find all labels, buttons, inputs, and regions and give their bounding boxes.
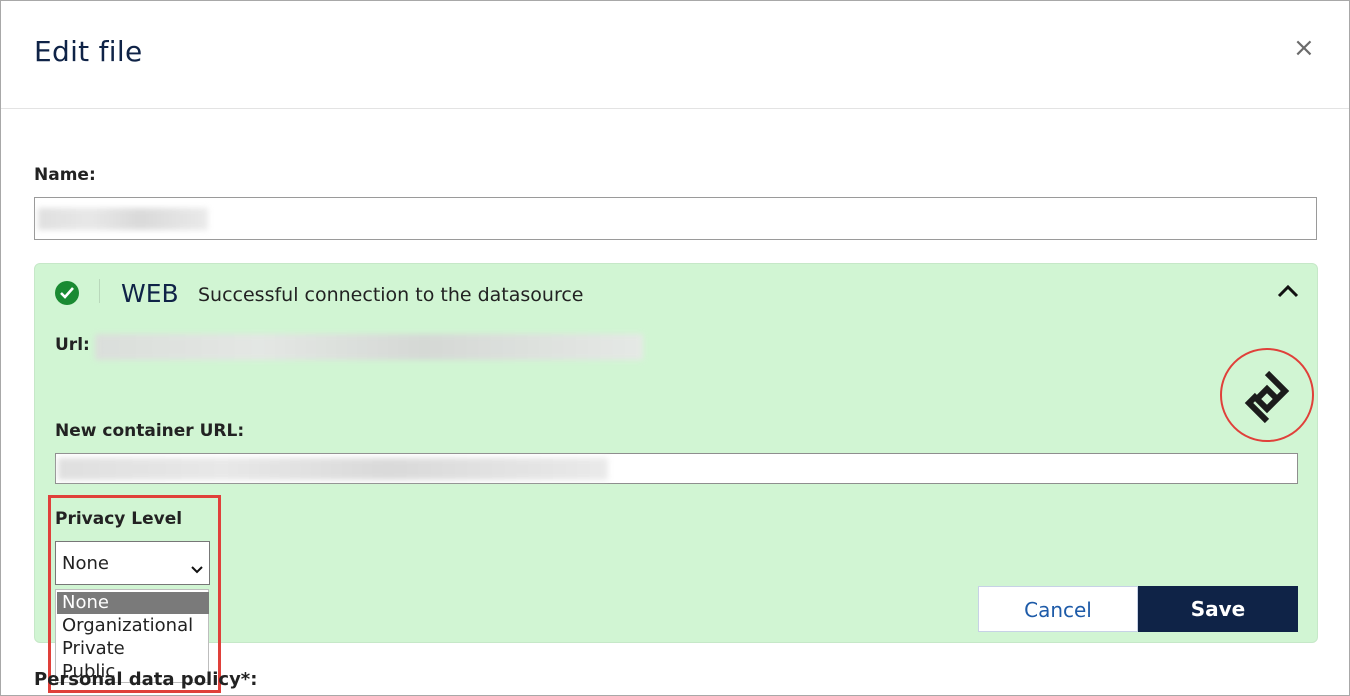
dialog-title: Edit file	[34, 35, 143, 68]
edit-file-dialog: Edit file × Name: WEB Successful connect…	[0, 0, 1350, 696]
name-input[interactable]	[34, 197, 1317, 240]
redacted-name	[38, 208, 208, 230]
redacted-url	[95, 334, 643, 360]
url-label: Url:	[55, 335, 90, 355]
close-icon[interactable]: ×	[1293, 35, 1315, 61]
annotation-box	[48, 495, 221, 693]
chevron-up-icon[interactable]	[1277, 283, 1299, 302]
new-container-url-input[interactable]	[55, 453, 1298, 484]
personal-data-policy-label: Personal data policy*:	[34, 669, 258, 690]
app-logo-icon[interactable]	[1241, 370, 1293, 427]
redacted-container-url	[58, 458, 608, 480]
cancel-button[interactable]: Cancel	[978, 586, 1138, 632]
dialog-header: Edit file ×	[1, 1, 1349, 109]
new-container-label: New container URL:	[55, 421, 245, 441]
datasource-type: WEB	[121, 279, 179, 308]
connection-status: Successful connection to the datasource	[198, 284, 584, 306]
save-button[interactable]: Save	[1138, 586, 1298, 632]
divider	[99, 279, 100, 303]
name-label: Name:	[34, 165, 96, 185]
success-check-icon	[55, 281, 79, 305]
